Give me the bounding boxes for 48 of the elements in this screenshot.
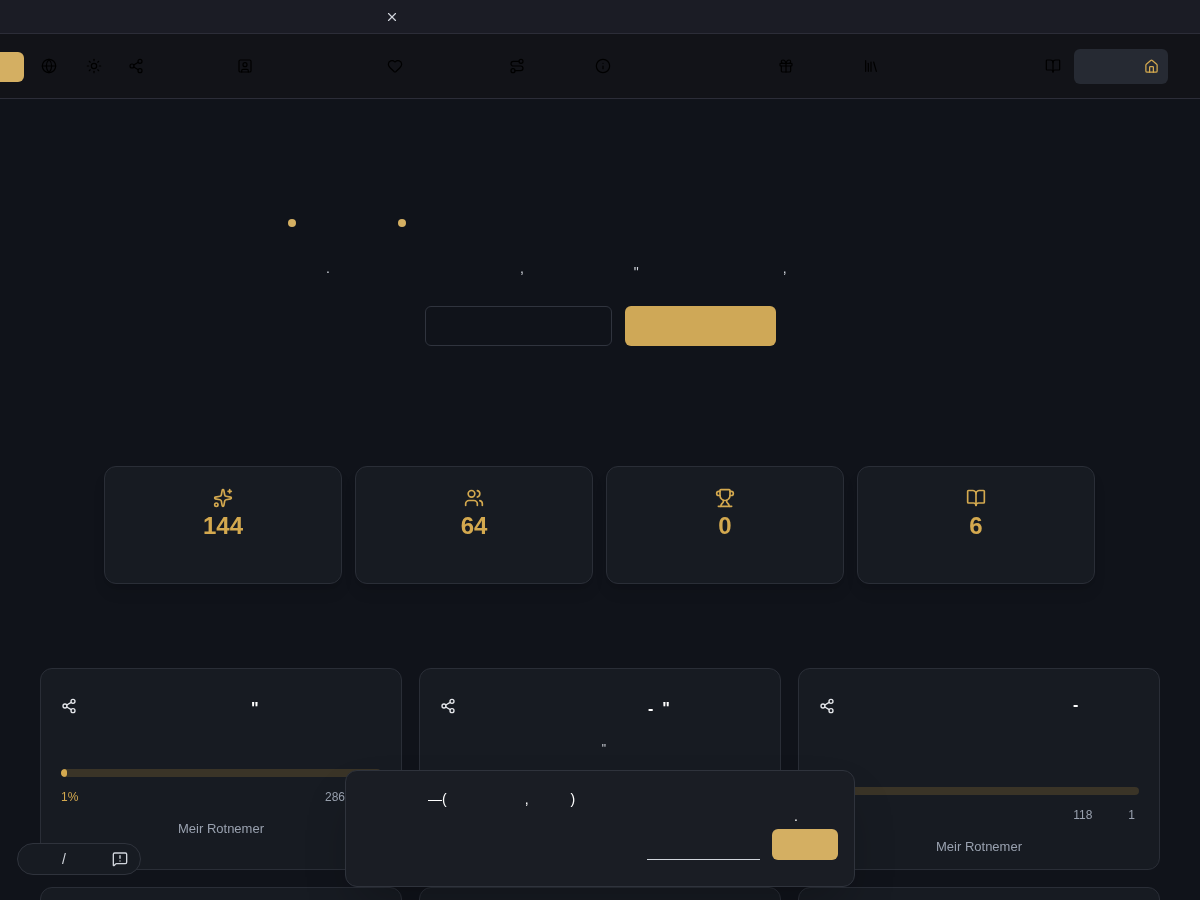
- submit-button[interactable]: [625, 306, 776, 346]
- home-icon: [1144, 59, 1159, 74]
- heart-icon[interactable]: [387, 58, 403, 74]
- confirm-button[interactable]: [772, 829, 838, 860]
- info-icon[interactable]: [595, 58, 611, 74]
- count-text: 118: [1073, 807, 1093, 823]
- globe-icon[interactable]: [41, 58, 57, 74]
- book-icon: [966, 488, 986, 508]
- hero-text: ,: [782, 259, 787, 278]
- popup-text: .: [794, 809, 798, 823]
- card-text: ": [601, 741, 607, 757]
- hero-text: ": [633, 263, 639, 282]
- menu-button[interactable]: [0, 52, 24, 82]
- pill-text: /: [62, 850, 66, 869]
- share-icon[interactable]: [440, 698, 456, 714]
- stat-value: 6: [969, 511, 983, 541]
- stat-value: 0: [718, 511, 732, 541]
- share-icon[interactable]: [819, 698, 835, 714]
- close-icon[interactable]: [385, 10, 399, 24]
- gift-icon[interactable]: [778, 58, 794, 74]
- progress-percent: 1%: [61, 789, 79, 805]
- home-button[interactable]: [1074, 49, 1168, 84]
- input-field[interactable]: [425, 306, 612, 346]
- card-title: - ": [648, 699, 670, 719]
- trophy-icon: [715, 488, 735, 508]
- users-icon: [464, 488, 484, 508]
- card-title: ": [251, 699, 259, 719]
- stat-value: 64: [460, 511, 488, 541]
- stat-value: 144: [202, 511, 243, 541]
- card-title: -: [1073, 695, 1079, 715]
- sun-icon[interactable]: [86, 58, 102, 74]
- route-icon[interactable]: [509, 58, 525, 74]
- feedback-icon: [112, 851, 128, 867]
- share-icon[interactable]: [61, 698, 77, 714]
- author-name: Meir Rotnemer: [936, 838, 1022, 856]
- popup-text: —(: [428, 790, 447, 809]
- book-icon[interactable]: [1045, 58, 1061, 74]
- hero-text: .: [326, 259, 330, 278]
- count-text: 1: [1128, 807, 1135, 823]
- popup-text: ,: [524, 790, 529, 809]
- contact-icon[interactable]: [237, 58, 253, 74]
- library-icon[interactable]: [863, 58, 879, 74]
- hero-text: ,: [519, 259, 524, 278]
- author-name: Meir Rotnemer: [178, 820, 264, 838]
- sparkles-icon: [213, 488, 233, 508]
- feedback-pill[interactable]: /: [17, 843, 141, 875]
- popup-text: ): [570, 790, 576, 809]
- count-text: 286: [324, 789, 345, 805]
